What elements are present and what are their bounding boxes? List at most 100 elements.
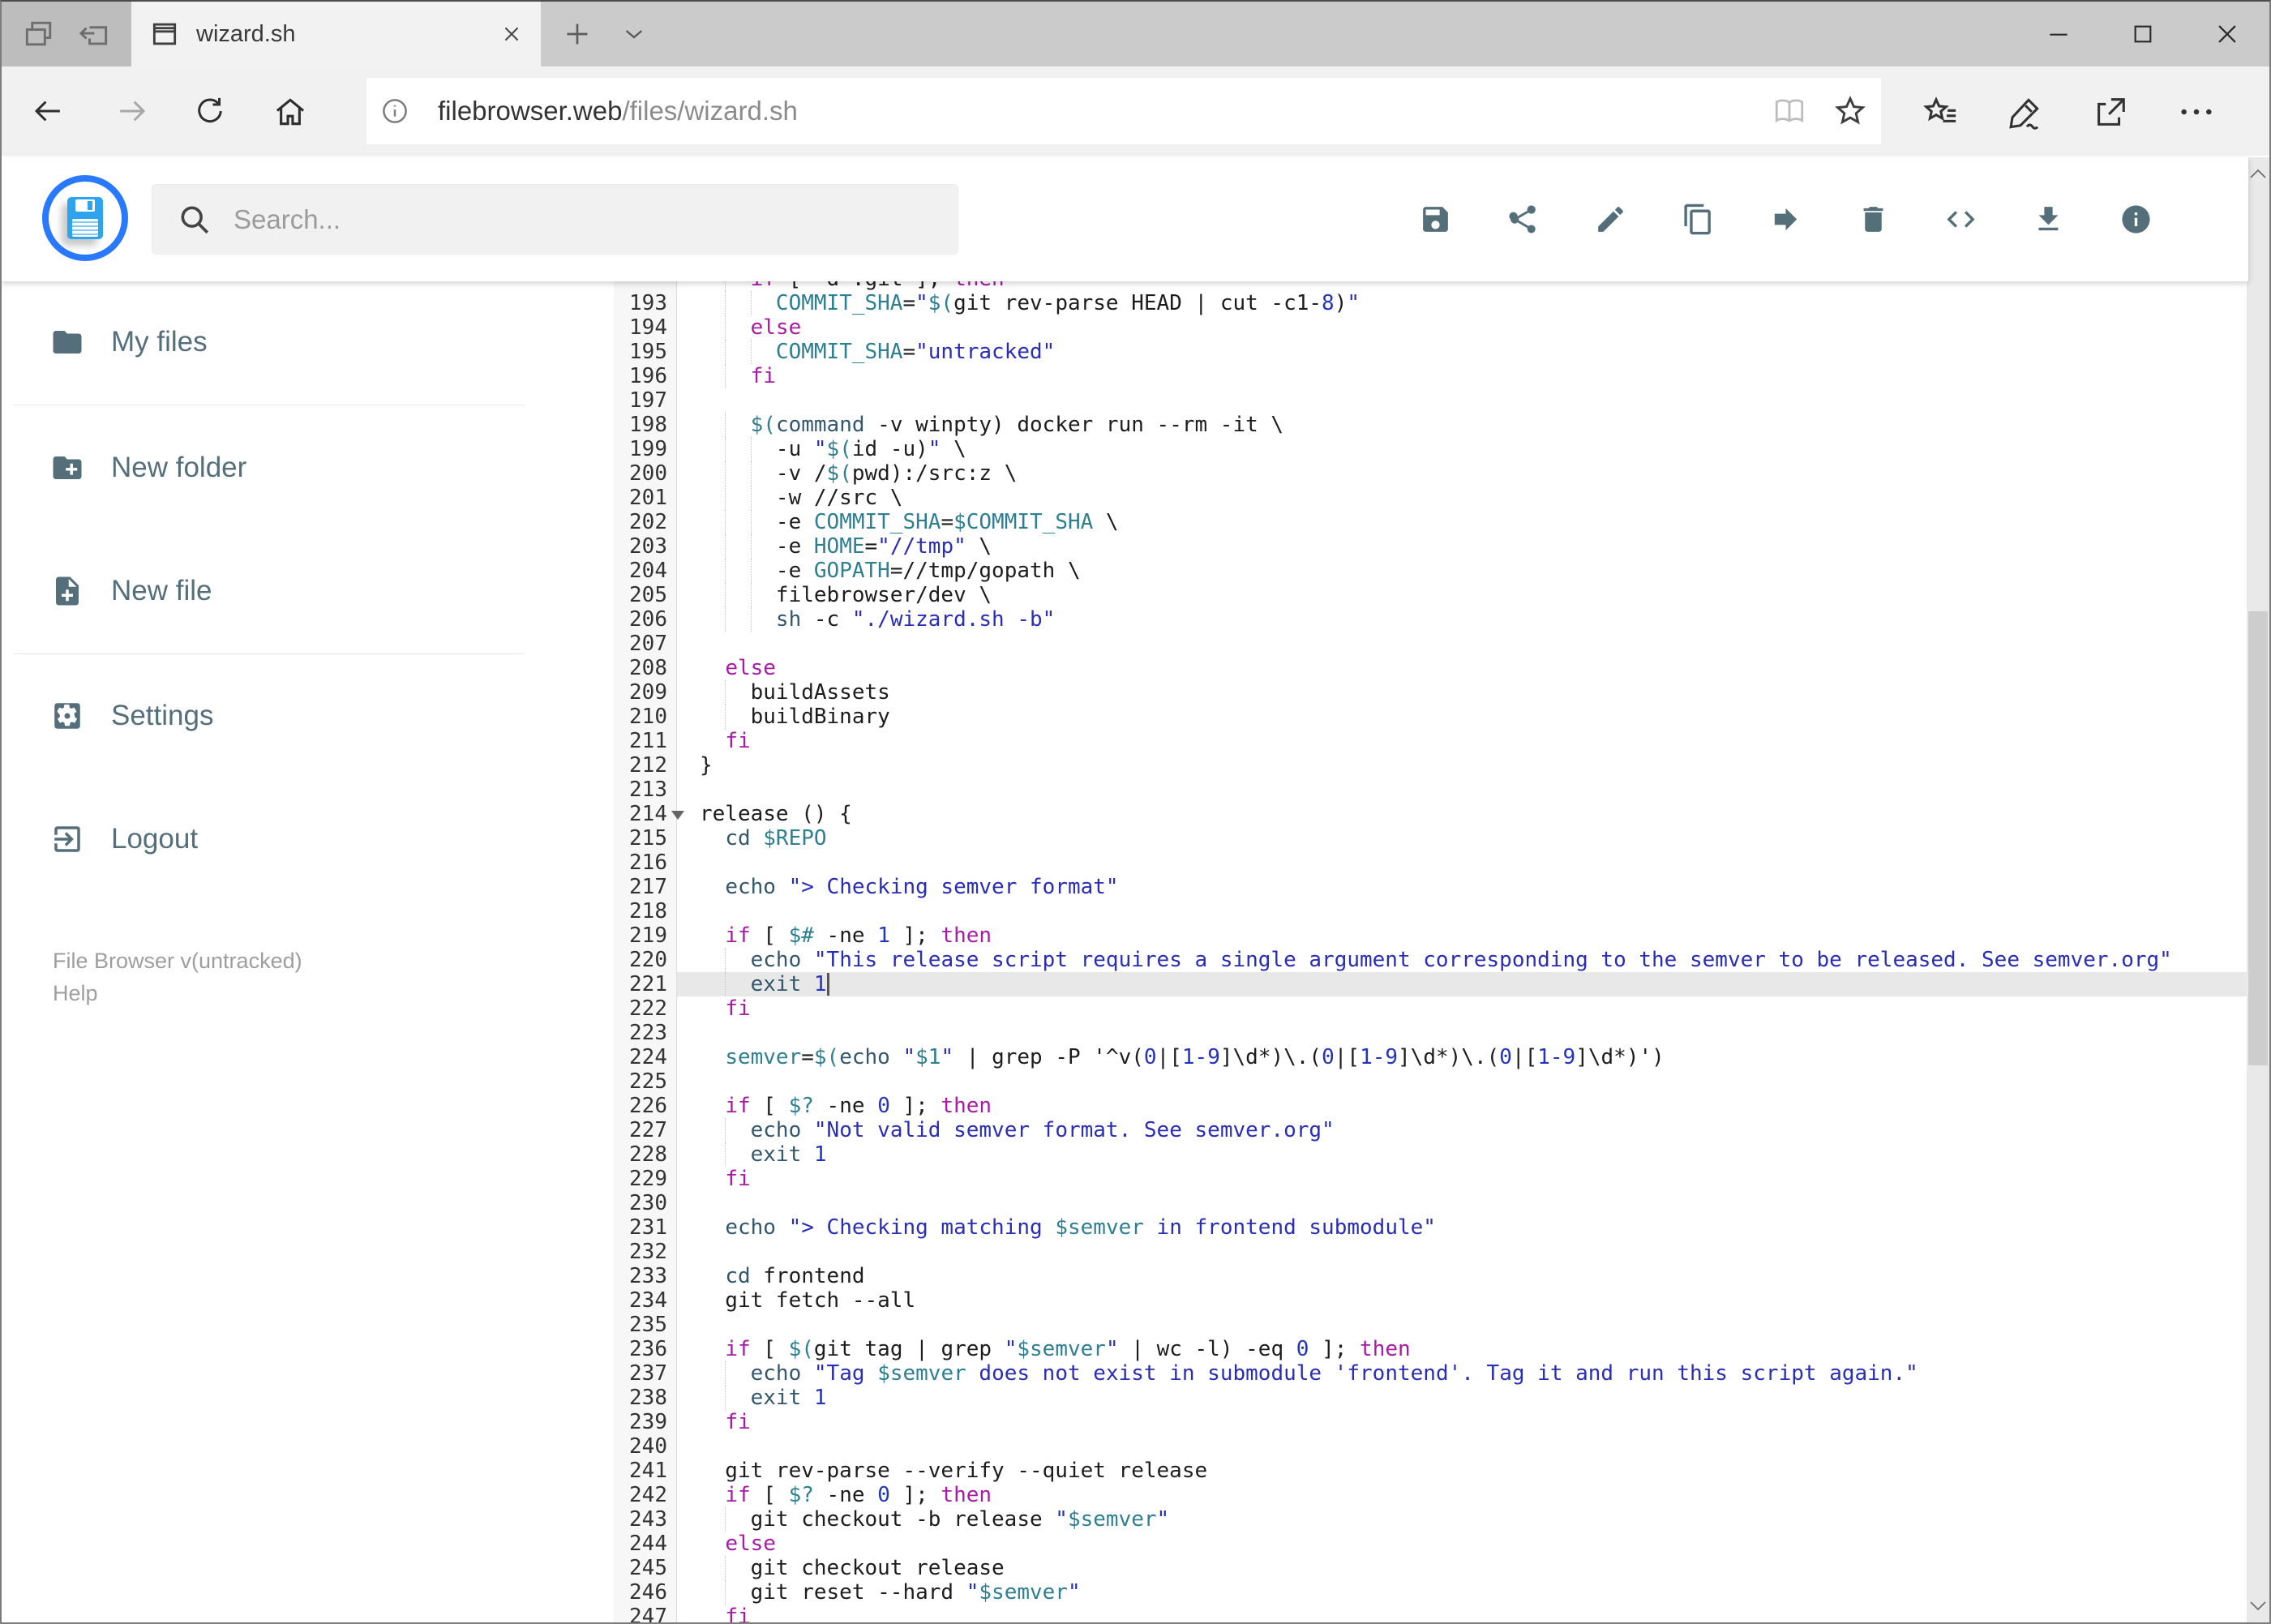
web-note-pen-icon[interactable]: [2006, 94, 2043, 131]
code-editor[interactable]: if [ -d .git ]; then193 COMMIT_SHA="$(gi…: [614, 281, 2247, 1622]
info-button[interactable]: [2119, 203, 2153, 236]
share-icon[interactable]: [2092, 94, 2129, 131]
code-line[interactable]: 215 cd $REPO: [614, 826, 2247, 851]
code-line[interactable]: 219 if [ $# -ne 1 ]; then: [614, 923, 2247, 948]
code-line[interactable]: 226 if [ $? -ne 0 ]; then: [614, 1094, 2247, 1118]
code-line[interactable]: 236 if [ $(git tag | grep "$semver" | wc…: [614, 1337, 2247, 1361]
code-line[interactable]: 204 -e GOPATH=//tmp/gopath \: [614, 559, 2247, 583]
scroll-down-icon[interactable]: [2247, 1590, 2269, 1622]
refresh-button[interactable]: [193, 94, 227, 128]
code-line[interactable]: 242 if [ $? -ne 0 ]; then: [614, 1483, 2247, 1507]
code-line[interactable]: 212}: [614, 753, 2247, 778]
move-button[interactable]: [1769, 203, 1802, 236]
code-line[interactable]: 232: [614, 1240, 2247, 1264]
code-line[interactable]: 211 fi: [614, 729, 2247, 753]
code-line[interactable]: 205 filebrowser/dev \: [614, 583, 2247, 607]
back-button[interactable]: [31, 94, 65, 128]
page-info-icon[interactable]: [379, 96, 410, 126]
copy-button[interactable]: [1682, 203, 1715, 236]
code-button[interactable]: [1944, 203, 1977, 236]
code-line[interactable]: 223: [614, 1021, 2247, 1045]
sidebar-item-new-folder[interactable]: New folder: [2, 443, 525, 492]
code-line[interactable]: 235: [614, 1313, 2247, 1337]
sidebar-item-my-files[interactable]: My files: [2, 318, 525, 366]
code-line[interactable]: 240: [614, 1434, 2247, 1459]
close-window-button[interactable]: [2185, 2, 2269, 66]
code-line[interactable]: 214 release () {: [614, 802, 2247, 826]
code-line[interactable]: 210 buildBinary: [614, 705, 2247, 729]
sidebar-item-settings[interactable]: Settings: [2, 692, 525, 740]
reading-view-icon[interactable]: [1772, 94, 1806, 128]
search-box[interactable]: [152, 184, 958, 255]
address-bar[interactable]: filebrowser.web/files/wizard.sh: [366, 78, 1881, 144]
new-tab-button[interactable]: [561, 18, 593, 50]
filebrowser-logo[interactable]: [42, 175, 128, 261]
set-aside-tabs-icon[interactable]: [21, 16, 57, 52]
hub-favorites-icon[interactable]: [1922, 94, 1959, 131]
code-line[interactable]: 195 COMMIT_SHA="untracked": [614, 340, 2247, 364]
more-options-icon[interactable]: [2178, 104, 2215, 120]
code-line[interactable]: 230: [614, 1191, 2247, 1215]
restore-tabs-icon[interactable]: [76, 16, 112, 52]
code-line[interactable]: 233 cd frontend: [614, 1264, 2247, 1288]
code-line[interactable]: 241 git rev-parse --verify --quiet relea…: [614, 1459, 2247, 1483]
code-line[interactable]: 199 -u "$(id -u)" \: [614, 437, 2247, 461]
help-link[interactable]: Help: [53, 977, 302, 1009]
code-line[interactable]: 243 git checkout -b release "$semver": [614, 1507, 2247, 1532]
code-line[interactable]: 203 -e HOME="//tmp" \: [614, 534, 2247, 559]
code-line[interactable]: 244 else: [614, 1532, 2247, 1556]
page-scrollbar[interactable]: [2247, 157, 2269, 1622]
code-line[interactable]: 224 semver=$(echo "$1" | grep -P '^v(0|[…: [614, 1045, 2247, 1069]
download-button[interactable]: [2032, 203, 2065, 236]
browser-tab[interactable]: wizard.sh: [131, 2, 541, 66]
code-line[interactable]: 196 fi: [614, 364, 2247, 388]
minimize-button[interactable]: [2016, 2, 2101, 66]
code-line[interactable]: 213: [614, 778, 2247, 802]
code-line[interactable]: if [ -d .git ]; then: [614, 281, 2247, 291]
code-line[interactable]: 208 else: [614, 656, 2247, 680]
share-button[interactable]: [1506, 203, 1540, 236]
forward-button[interactable]: [115, 94, 149, 128]
code-line[interactable]: 221 exit 1: [614, 972, 2247, 996]
code-line[interactable]: 239 fi: [614, 1410, 2247, 1434]
code-line[interactable]: 234 git fetch --all: [614, 1288, 2247, 1313]
code-line[interactable]: 207: [614, 632, 2247, 656]
code-line[interactable]: 237 echo "Tag $semver does not exist in …: [614, 1361, 2247, 1386]
sidebar-item-logout[interactable]: Logout: [2, 815, 525, 863]
home-button[interactable]: [272, 94, 308, 130]
search-input[interactable]: [232, 203, 958, 236]
code-line[interactable]: 198 $(command -v winpty) docker run --rm…: [614, 413, 2247, 437]
delete-button[interactable]: [1857, 203, 1890, 236]
code-line[interactable]: 220 echo "This release script requires a…: [614, 948, 2247, 972]
code-line[interactable]: 229 fi: [614, 1167, 2247, 1191]
code-line[interactable]: 231 echo "> Checking matching $semver in…: [614, 1215, 2247, 1240]
code-line[interactable]: 206 sh -c "./wizard.sh -b": [614, 607, 2247, 632]
code-line[interactable]: 222 fi: [614, 996, 2247, 1021]
favorite-star-icon[interactable]: [1832, 93, 1868, 129]
code-line[interactable]: 227 echo "Not valid semver format. See s…: [614, 1118, 2247, 1142]
code-line[interactable]: 193 COMMIT_SHA="$(git rev-parse HEAD | c…: [614, 291, 2247, 315]
tab-list-dropdown-icon[interactable]: [619, 21, 649, 47]
code-line[interactable]: 216: [614, 851, 2247, 875]
code-line[interactable]: 197: [614, 388, 2247, 413]
code-line[interactable]: 247 fi: [614, 1605, 2247, 1622]
code-line[interactable]: 200 -v /$(pwd):/src:z \: [614, 461, 2247, 486]
code-line[interactable]: 201 -w //src \: [614, 486, 2247, 510]
scroll-up-icon[interactable]: [2247, 157, 2269, 190]
code-line[interactable]: 238 exit 1: [614, 1386, 2247, 1410]
tab-close-icon[interactable]: [500, 23, 523, 45]
code-line[interactable]: 217 echo "> Checking semver format": [614, 875, 2247, 899]
code-line[interactable]: 228 exit 1: [614, 1142, 2247, 1167]
scrollbar-thumb[interactable]: [2248, 611, 2268, 1065]
maximize-button[interactable]: [2101, 2, 2185, 66]
code-line[interactable]: 225: [614, 1069, 2247, 1094]
sidebar-item-new-file[interactable]: New file: [2, 567, 525, 615]
code-line[interactable]: 209 buildAssets: [614, 680, 2247, 705]
code-line[interactable]: 218: [614, 899, 2247, 923]
edit-button[interactable]: [1594, 203, 1627, 236]
save-button[interactable]: [1419, 203, 1452, 236]
code-line[interactable]: 202 -e COMMIT_SHA=$COMMIT_SHA \: [614, 510, 2247, 534]
code-line[interactable]: 246 git reset --hard "$semver": [614, 1580, 2247, 1605]
code-line[interactable]: 194 else: [614, 315, 2247, 340]
code-line[interactable]: 245 git checkout release: [614, 1556, 2247, 1580]
